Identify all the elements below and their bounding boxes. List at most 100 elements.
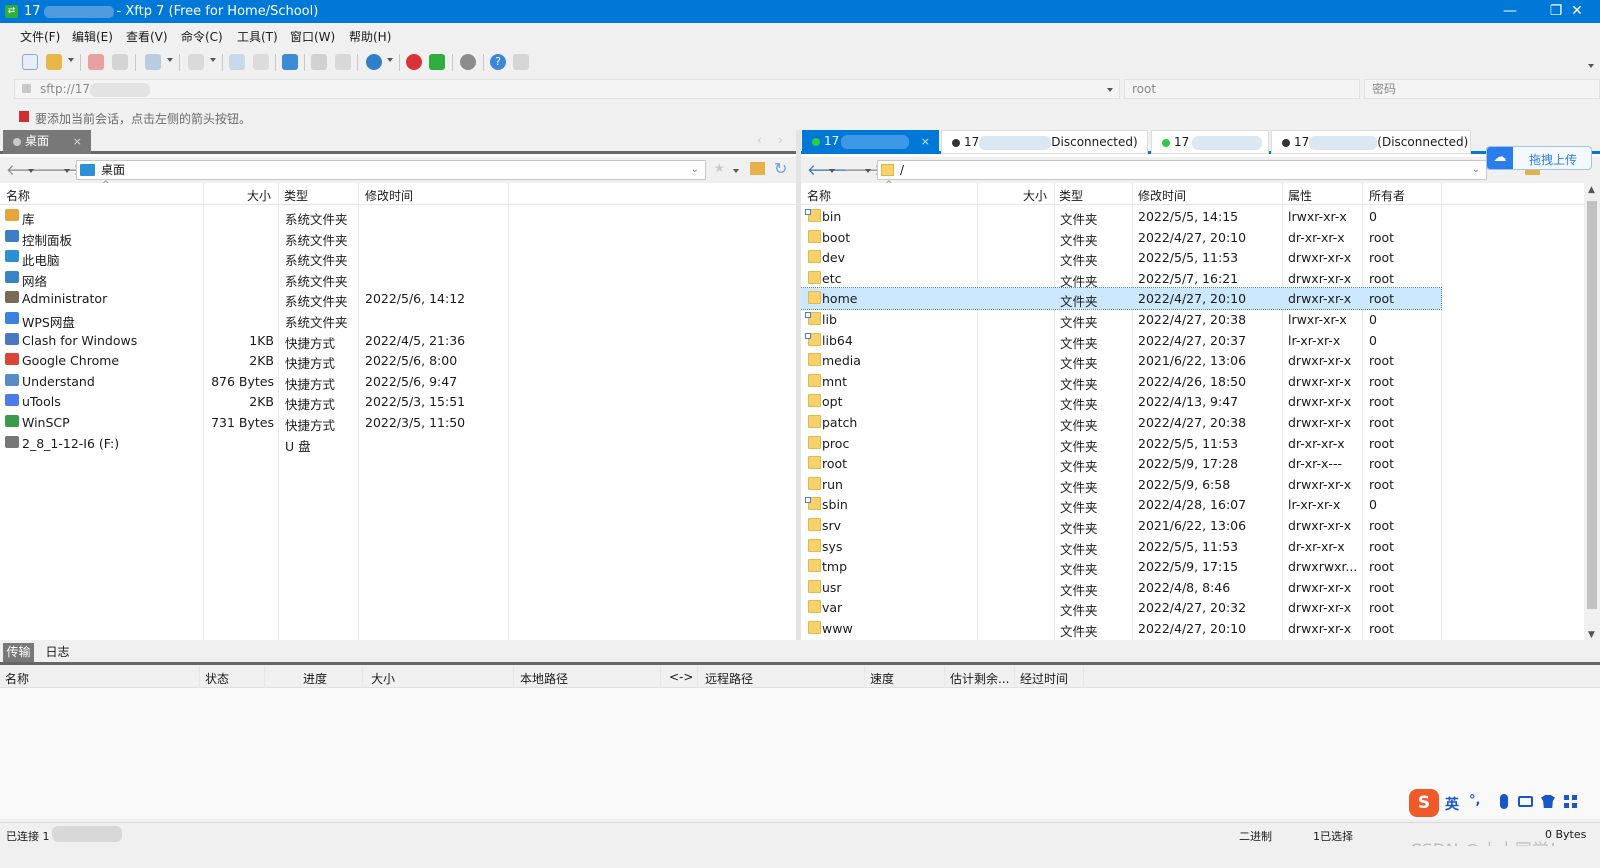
copy-icon[interactable]: [311, 54, 327, 70]
col-modified[interactable]: 修改时间: [1138, 187, 1186, 204]
scroll-up-icon[interactable]: ▲: [1588, 185, 1595, 195]
username-input[interactable]: root: [1124, 79, 1360, 99]
col-type[interactable]: 类型: [284, 187, 308, 204]
xfer-col-eta[interactable]: 估计剩余...: [950, 670, 1009, 687]
xshell-icon[interactable]: [406, 54, 422, 70]
new-session-icon[interactable]: [22, 54, 38, 70]
table-row[interactable]: usr 文件夹 2022/4/8, 8:46 drwxr-xr-x root: [801, 577, 1584, 598]
back-dropdown-icon[interactable]: [829, 169, 835, 173]
upload-icon[interactable]: [229, 54, 245, 70]
status-transfer-mode[interactable]: 二进制: [1239, 828, 1272, 844]
ime-punct-toggle[interactable]: °,: [1469, 793, 1480, 808]
bookmark-dropdown-icon[interactable]: [733, 169, 739, 173]
tab-scroll-left-icon[interactable]: ‹: [757, 133, 762, 147]
table-row[interactable]: root 文件夹 2022/5/9, 17:28 dr-xr-x--- root: [801, 453, 1584, 474]
path-dropdown-icon[interactable]: ⌄: [691, 161, 699, 179]
toolbox-grid-icon[interactable]: [1564, 795, 1577, 808]
tab-session-active[interactable]: 17 ×: [802, 130, 939, 154]
table-row[interactable]: Administrator 系统文件夹 2022/5/6, 14:12: [0, 288, 796, 309]
path-dropdown-icon[interactable]: ⌄: [1472, 161, 1480, 179]
xfer-col-elapsed[interactable]: 经过时间: [1020, 670, 1068, 687]
col-owner[interactable]: 所有者: [1369, 187, 1405, 204]
table-row[interactable]: etc 文件夹 2022/5/7, 16:21 drwxr-xr-x root: [801, 268, 1584, 289]
table-row[interactable]: run 文件夹 2022/5/9, 6:58 drwxr-xr-x root: [801, 474, 1584, 495]
close-tab-icon[interactable]: ×: [73, 130, 82, 153]
table-row[interactable]: WinSCP 731 Bytes 快捷方式 2022/3/5, 11:50: [0, 412, 796, 433]
address-dropdown-icon[interactable]: [1107, 88, 1113, 92]
tab-session-2[interactable]: 17 Disconnected): [941, 130, 1148, 154]
xftp-icon[interactable]: [429, 54, 445, 70]
back-icon[interactable]: 🡐: [6, 160, 46, 179]
open-session-icon[interactable]: [46, 54, 62, 70]
table-row[interactable]: www 文件夹 2022/4/27, 20:10 drwxr-xr-x root: [801, 618, 1584, 639]
col-size[interactable]: 大小: [1023, 187, 1047, 204]
help-icon[interactable]: ?: [490, 54, 506, 70]
globe-icon[interactable]: [366, 54, 382, 70]
xfer-col-speed[interactable]: 速度: [870, 670, 894, 687]
chat-icon[interactable]: [513, 54, 529, 70]
sogou-logo-icon[interactable]: S: [1409, 789, 1439, 817]
download-icon[interactable]: [253, 54, 269, 70]
remote-scrollbar[interactable]: ▲ ▼: [1584, 183, 1600, 644]
menu-view[interactable]: 查看(V): [126, 28, 168, 45]
table-row[interactable]: sbin 文件夹 2022/4/28, 16:07 lr-xr-xr-x 0: [801, 494, 1584, 515]
table-row[interactable]: media 文件夹 2021/6/22, 13:06 drwxr-xr-x root: [801, 350, 1584, 371]
table-row[interactable]: patch 文件夹 2022/4/27, 20:38 drwxr-xr-x root: [801, 412, 1584, 433]
col-type[interactable]: 类型: [1059, 187, 1083, 204]
minimize-icon[interactable]: —: [1487, 0, 1533, 23]
tab-log[interactable]: 日志: [42, 643, 73, 662]
table-row[interactable]: lib64 文件夹 2022/4/27, 20:37 lr-xr-xr-x 0: [801, 330, 1584, 351]
xfer-col-name[interactable]: 名称: [5, 670, 29, 687]
drag-upload-button[interactable]: ☁ 拖拽上传: [1486, 146, 1592, 170]
globe-dropdown-icon[interactable]: [387, 58, 393, 62]
xfer-col-status[interactable]: 状态: [205, 670, 229, 687]
xfer-col-local-path[interactable]: 本地路径: [520, 670, 568, 687]
table-row[interactable]: Clash for Windows 1KB 快捷方式 2022/4/5, 21:36: [0, 330, 796, 351]
col-name[interactable]: 名称: [807, 187, 831, 204]
xfer-col-size[interactable]: 大小: [371, 670, 395, 687]
col-attributes[interactable]: 属性: [1288, 187, 1312, 204]
tab-scroll-right-icon[interactable]: ›: [778, 133, 783, 147]
forward-dropdown-icon[interactable]: [64, 169, 70, 173]
menu-help[interactable]: 帮助(H): [349, 28, 391, 45]
microphone-icon[interactable]: [1500, 794, 1508, 809]
forward-dropdown-icon[interactable]: [865, 169, 871, 173]
reconnect-icon[interactable]: [112, 54, 128, 70]
table-row[interactable]: dev 文件夹 2022/5/5, 11:53 drwxr-xr-x root: [801, 247, 1584, 268]
menu-file[interactable]: 文件(F): [20, 28, 60, 45]
back-icon[interactable]: 🡐: [807, 160, 847, 179]
menu-command[interactable]: 命令(C): [181, 28, 223, 45]
keyboard-icon[interactable]: [1518, 796, 1533, 807]
sync-icon[interactable]: [282, 54, 298, 70]
skin-icon[interactable]: [1541, 795, 1555, 808]
toolbar-overflow-icon[interactable]: [1588, 64, 1594, 68]
menu-window[interactable]: 窗口(W): [290, 28, 335, 45]
table-row[interactable]: opt 文件夹 2022/4/13, 9:47 drwxr-xr-x root: [801, 391, 1584, 412]
properties-dropdown-icon[interactable]: [210, 58, 216, 62]
scroll-down-icon[interactable]: ▼: [1588, 630, 1595, 640]
table-row[interactable]: srv 文件夹 2021/6/22, 13:06 drwxr-xr-x root: [801, 515, 1584, 536]
table-row[interactable]: 库 系统文件夹: [0, 206, 796, 227]
remote-path-input[interactable]: / ⌄: [877, 160, 1487, 180]
local-path-input[interactable]: 桌面 ⌄: [76, 160, 706, 180]
new-dropdown-icon[interactable]: [167, 58, 173, 62]
table-row[interactable]: mnt 文件夹 2022/4/26, 18:50 drwxr-xr-x root: [801, 371, 1584, 392]
ime-mode-toggle[interactable]: 英: [1445, 794, 1459, 814]
table-row[interactable]: sys 文件夹 2022/5/5, 11:53 dr-xr-xr-x root: [801, 536, 1584, 557]
table-row[interactable]: WPS网盘 系统文件夹: [0, 309, 796, 330]
home-folder-icon[interactable]: [750, 162, 765, 175]
tab-session-3[interactable]: 17: [1151, 130, 1269, 154]
table-row[interactable]: Google Chrome 2KB 快捷方式 2022/5/6, 8:00: [0, 350, 796, 371]
table-row[interactable]: home 文件夹 2022/4/27, 20:10 drwxr-xr-x root: [801, 287, 1442, 310]
xfer-col-remote-path[interactable]: 远程路径: [705, 670, 753, 687]
table-row[interactable]: uTools 2KB 快捷方式 2022/5/3, 15:51: [0, 391, 796, 412]
bookmark-icon[interactable]: ★: [714, 161, 725, 175]
table-row[interactable]: bin 文件夹 2022/5/5, 14:15 lrwxr-xr-x 0: [801, 206, 1584, 227]
table-row[interactable]: 控制面板 系统文件夹: [0, 227, 796, 248]
password-input[interactable]: 密码: [1364, 79, 1600, 99]
gear-icon[interactable]: [460, 54, 476, 70]
table-row[interactable]: Understand 876 Bytes 快捷方式 2022/5/6, 9:47: [0, 371, 796, 392]
tab-transfers[interactable]: 传输: [3, 643, 34, 662]
table-row[interactable]: 网络 系统文件夹: [0, 268, 796, 289]
xfer-col-progress[interactable]: 进度: [303, 670, 327, 687]
